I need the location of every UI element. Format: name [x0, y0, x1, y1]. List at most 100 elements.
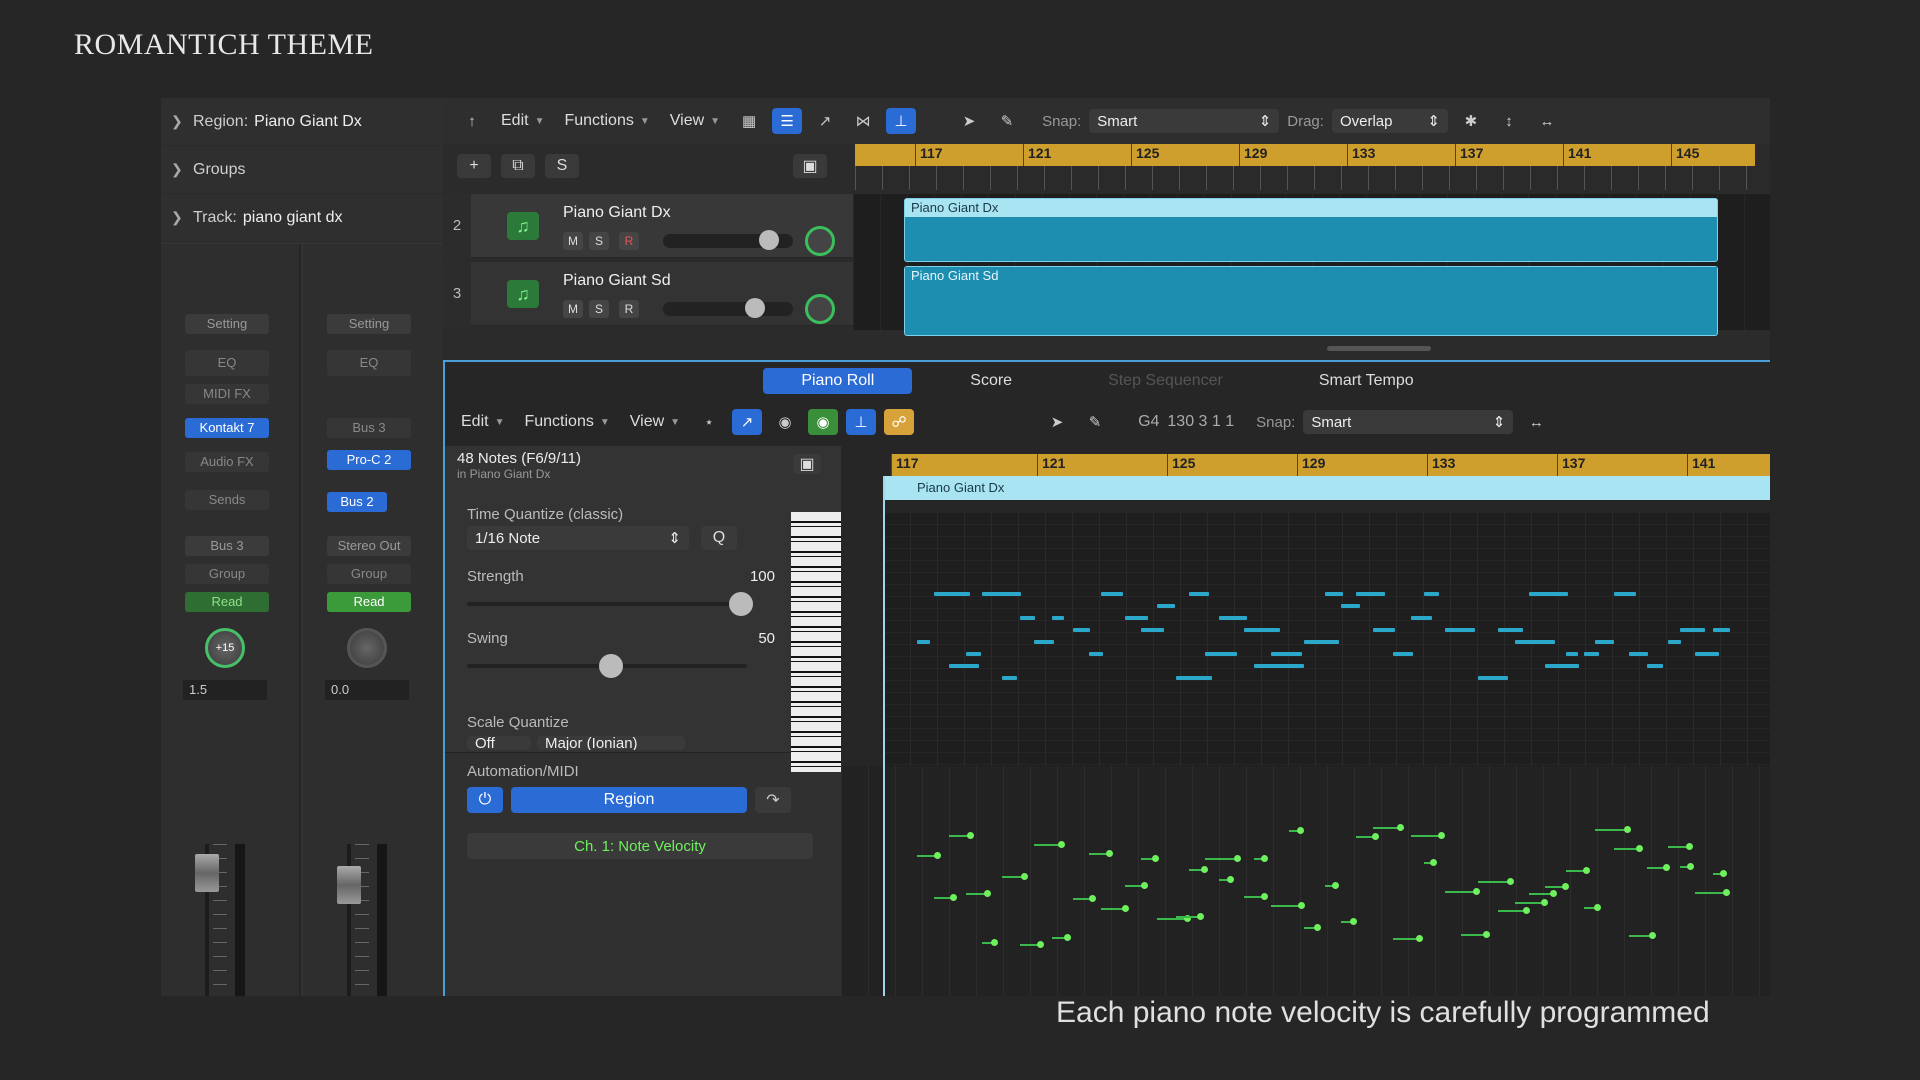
horizontal-zoom-icon[interactable]: ↔: [1521, 409, 1551, 435]
midi-note[interactable]: [1304, 640, 1340, 644]
send-slot[interactable]: Bus 2: [327, 492, 387, 512]
midi-note[interactable]: [1254, 664, 1291, 668]
inspector-region-row[interactable]: ❯ Region: Piano Giant Dx: [161, 98, 443, 146]
snap-select[interactable]: Smart ⇕: [1303, 410, 1514, 434]
setting-button[interactable]: Setting: [185, 314, 269, 334]
fader-cap[interactable]: [337, 866, 361, 904]
strength-handle[interactable]: [729, 592, 753, 616]
track-record-button[interactable]: R: [619, 232, 639, 250]
midi-note[interactable]: [1680, 628, 1706, 632]
midi-note[interactable]: [1528, 592, 1568, 596]
midi-note[interactable]: [1583, 652, 1599, 656]
eq-button[interactable]: EQ: [327, 350, 411, 376]
output-slot[interactable]: Bus 3: [185, 536, 269, 556]
sends-slot[interactable]: Sends: [185, 490, 269, 510]
midi-note[interactable]: [1089, 652, 1104, 656]
link-icon[interactable]: ☍: [884, 409, 915, 435]
functions-menu[interactable]: Functions ▼: [518, 409, 615, 435]
pencil-tool-icon[interactable]: ✎: [1080, 409, 1110, 435]
velocity-marker[interactable]: [1528, 889, 1557, 897]
eq-button[interactable]: EQ: [185, 350, 269, 376]
velocity-marker[interactable]: [1243, 893, 1269, 901]
vertical-zoom-icon[interactable]: ↕: [1494, 108, 1524, 134]
fader-cap[interactable]: [195, 854, 219, 892]
midi-note[interactable]: [1628, 652, 1649, 656]
midi-fx-slot[interactable]: MIDI FX: [185, 384, 269, 404]
pan-knob[interactable]: +15: [205, 628, 245, 668]
pan-knob[interactable]: [347, 628, 387, 668]
velocity-marker[interactable]: [949, 832, 975, 840]
track-solo-button[interactable]: S: [589, 232, 609, 250]
velocity-marker[interactable]: [916, 852, 941, 860]
midi-note[interactable]: [1594, 640, 1615, 644]
add-track-icon[interactable]: +: [457, 154, 491, 178]
velocity-marker[interactable]: [1695, 889, 1730, 897]
editor-region-bar[interactable]: Piano Giant Dx: [883, 476, 1770, 500]
snap-select[interactable]: Smart ⇕: [1089, 109, 1280, 133]
velocity-marker[interactable]: [1545, 883, 1569, 891]
track-volume-slider[interactable]: [663, 298, 793, 318]
velocity-marker[interactable]: [1461, 930, 1490, 938]
quantize-button[interactable]: Q: [701, 526, 737, 550]
midi-note[interactable]: [916, 640, 931, 644]
velocity-marker[interactable]: [1477, 878, 1515, 885]
midi-note[interactable]: [1124, 616, 1148, 620]
region-button[interactable]: Region: [511, 787, 747, 813]
midi-note[interactable]: [1324, 592, 1344, 596]
grid-view-icon[interactable]: ▦: [734, 108, 764, 134]
strength-slider[interactable]: [467, 592, 753, 616]
velocity-marker[interactable]: [1647, 864, 1671, 872]
velocity-marker[interactable]: [1100, 904, 1129, 912]
tab-smart-tempo[interactable]: Smart Tempo: [1281, 368, 1452, 394]
input-slot[interactable]: Bus 3: [327, 418, 411, 438]
volume-handle[interactable]: [745, 298, 765, 318]
midi-note[interactable]: [1100, 592, 1124, 596]
midi-note[interactable]: [1647, 664, 1663, 668]
velocity-marker[interactable]: [1594, 825, 1631, 833]
view-menu[interactable]: View ▼: [624, 409, 686, 435]
velocity-marker[interactable]: [1340, 917, 1358, 925]
region-piano-giant-dx[interactable]: Piano Giant Dx: [904, 198, 1718, 262]
track-row[interactable]: 3 ♫ Piano Giant Sd M S R: [443, 262, 853, 326]
output-slot[interactable]: Stereo Out: [327, 536, 411, 556]
volume-handle[interactable]: [759, 230, 779, 250]
filter-icon[interactable]: ⋆: [694, 409, 724, 435]
midi-note[interactable]: [1243, 628, 1281, 632]
velocity-marker[interactable]: [1156, 914, 1191, 922]
midi-note[interactable]: [1205, 652, 1238, 656]
midi-out-icon[interactable]: ◉: [808, 409, 839, 435]
midi-draw-icon[interactable]: ↗: [732, 409, 763, 435]
velocity-marker[interactable]: [1271, 902, 1305, 910]
list-view-icon[interactable]: ☰: [772, 108, 803, 134]
audio-fx-slot[interactable]: Audio FX: [185, 452, 269, 472]
midi-note[interactable]: [1477, 676, 1509, 680]
pencil-tool-icon[interactable]: ✎: [992, 108, 1022, 134]
midi-note[interactable]: [1001, 676, 1018, 680]
velocity-marker[interactable]: [934, 893, 957, 901]
midi-note[interactable]: [1288, 664, 1304, 668]
midi-note[interactable]: [1411, 616, 1432, 620]
setting-button[interactable]: Setting: [327, 314, 411, 334]
midi-draw-icon[interactable]: ↗: [810, 108, 840, 134]
midi-note[interactable]: [1051, 616, 1065, 620]
velocity-marker[interactable]: [982, 939, 999, 947]
functions-menu[interactable]: Functions ▼: [558, 108, 655, 134]
collapse-icon[interactable]: ▣: [793, 454, 821, 474]
midi-note[interactable]: [1340, 604, 1360, 608]
waveform-zoom-icon[interactable]: ✱: [1456, 108, 1486, 134]
velocity-marker[interactable]: [1175, 912, 1205, 920]
midi-note[interactable]: [1033, 640, 1054, 644]
flex-icon[interactable]: ⋈: [848, 108, 878, 134]
inspector-groups-row[interactable]: ❯ Groups: [161, 146, 443, 194]
velocity-marker[interactable]: [1219, 875, 1235, 883]
midi-note[interactable]: [1712, 628, 1730, 632]
playhead[interactable]: [883, 476, 885, 996]
group-slot[interactable]: Group: [327, 564, 411, 584]
track-row[interactable]: 2 ♫ Piano Giant Dx M S R: [443, 194, 853, 258]
midi-note[interactable]: [1695, 652, 1720, 656]
midi-note[interactable]: [949, 664, 979, 668]
drag-select[interactable]: Overlap ⇕: [1331, 109, 1448, 133]
midi-note[interactable]: [1356, 592, 1386, 596]
velocity-marker[interactable]: [1566, 867, 1591, 875]
inspector-track-row[interactable]: ❯ Track: piano giant dx: [161, 194, 443, 242]
